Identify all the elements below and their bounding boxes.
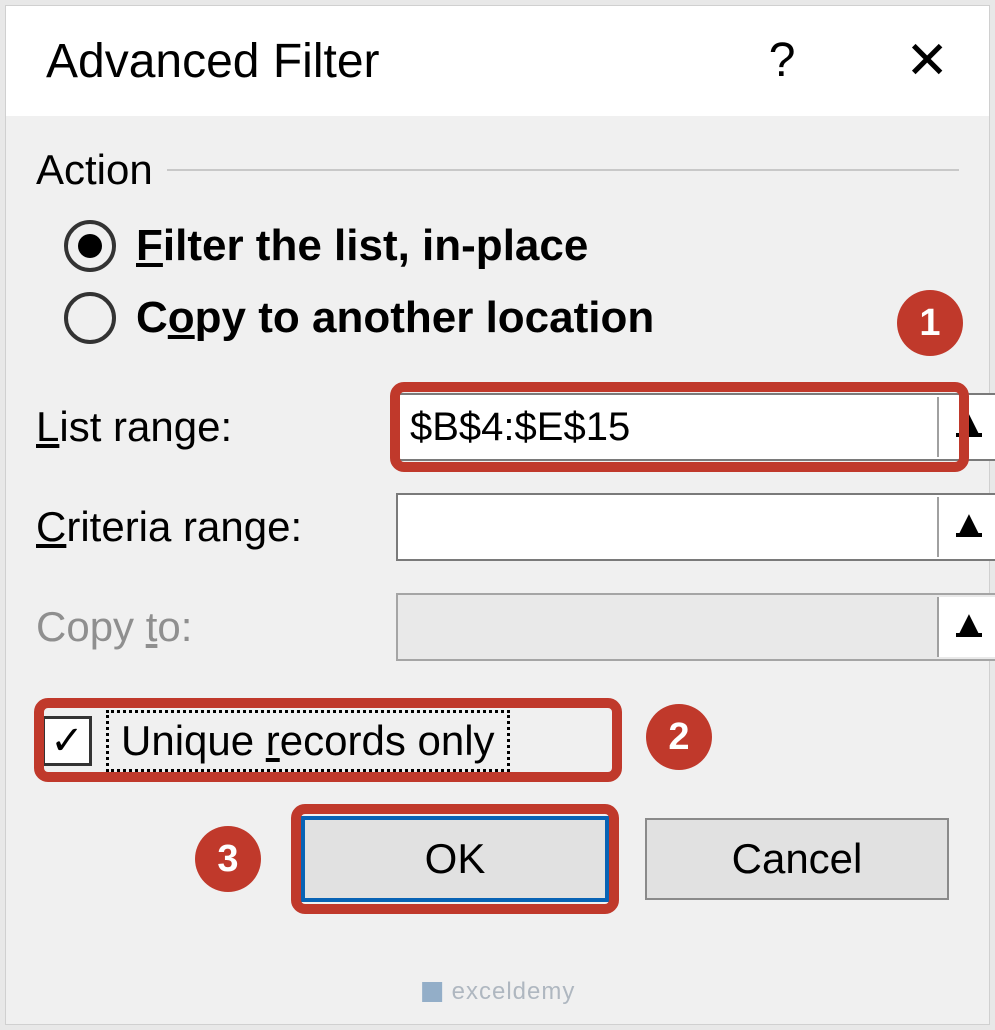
criteria-range-input-wrap: ▲ (396, 493, 995, 561)
copy-to-input (398, 595, 937, 659)
radio-icon (64, 220, 116, 272)
collapse-dialog-icon: ▲ (952, 417, 986, 437)
copy-to-row: Copy to: ▲ (36, 590, 959, 664)
watermark: exceldemy (420, 978, 576, 1006)
watermark-logo-icon (420, 980, 444, 1004)
radio-label-copy-location: Copy to another location (136, 293, 654, 343)
list-range-refedit-button[interactable]: ▲ (937, 397, 995, 457)
unique-records-row[interactable]: ✓ Unique records only 2 (42, 710, 959, 772)
collapse-dialog-icon: ▲ (952, 617, 986, 637)
radio-label-filter-in-place: Filter the list, in-place (136, 221, 588, 271)
collapse-dialog-icon: ▲ (952, 517, 986, 537)
list-range-input[interactable] (398, 395, 937, 459)
dialog-button-row: 3 OK Cancel (36, 816, 959, 902)
copy-to-refedit-button[interactable]: ▲ (937, 597, 995, 657)
advanced-filter-dialog: Advanced Filter ? ✕ Action Filter the li… (6, 6, 989, 1024)
radio-copy-to-another-location[interactable]: Copy to another location 1 (64, 292, 959, 344)
copy-to-label: Copy to: (36, 603, 396, 651)
criteria-range-input[interactable] (398, 495, 937, 559)
criteria-range-label: Criteria range: (36, 503, 396, 551)
help-icon[interactable]: ? (769, 37, 796, 85)
unique-records-checkbox[interactable]: ✓ (42, 716, 92, 766)
copy-to-input-wrap: ▲ (396, 593, 995, 661)
criteria-range-row: Criteria range: ▲ (36, 490, 959, 564)
dialog-title: Advanced Filter (46, 34, 769, 89)
list-range-row: List range: ▲ (36, 390, 959, 464)
criteria-range-refedit-button[interactable]: ▲ (937, 497, 995, 557)
radio-icon (64, 292, 116, 344)
cancel-button[interactable]: Cancel (645, 818, 949, 900)
close-icon[interactable]: ✕ (905, 35, 949, 87)
titlebar: Advanced Filter ? ✕ (6, 6, 989, 116)
callout-badge-3: 3 (195, 826, 261, 892)
checkmark-icon: ✓ (50, 721, 84, 761)
list-range-input-wrap: ▲ (396, 393, 995, 461)
callout-badge-2: 2 (646, 704, 712, 770)
radio-filter-in-place[interactable]: Filter the list, in-place (64, 220, 959, 272)
action-group-label: Action (36, 146, 959, 194)
list-range-label: List range: (36, 403, 396, 451)
callout-badge-1: 1 (897, 290, 963, 356)
unique-records-label: Unique records only (106, 710, 510, 772)
ok-button[interactable]: OK (301, 816, 609, 902)
